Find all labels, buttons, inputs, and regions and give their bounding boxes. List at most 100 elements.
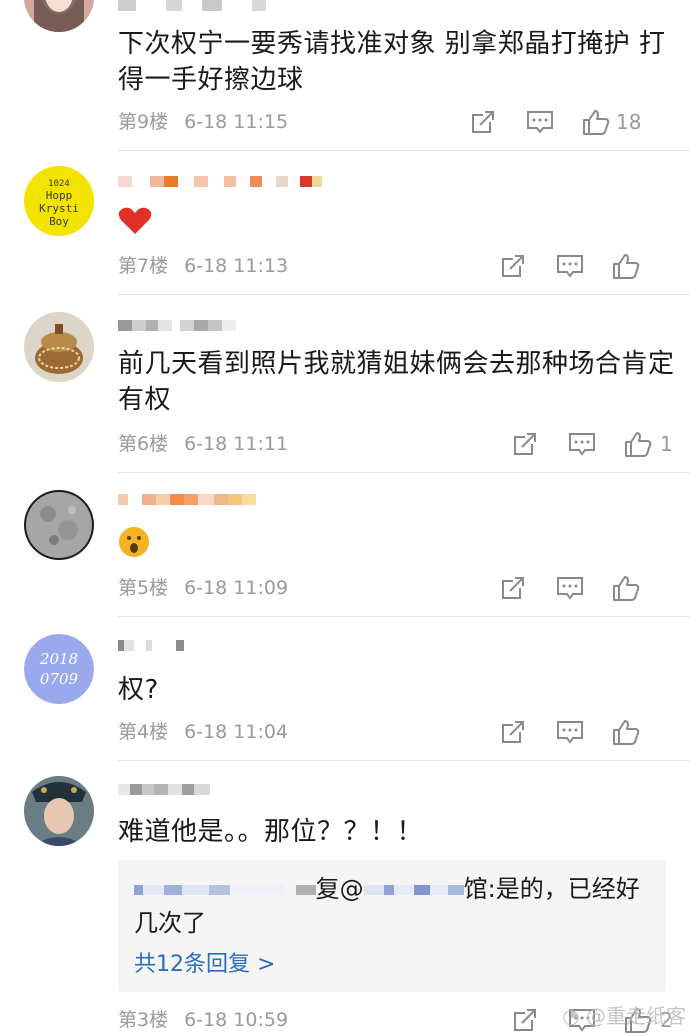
reply-line: 复@ 馆:是的，已经好几次了 xyxy=(134,872,654,940)
comment-actions xyxy=(500,572,690,604)
comment-button[interactable] xyxy=(556,253,584,279)
username-blurred[interactable] xyxy=(118,640,184,662)
share-icon xyxy=(502,721,524,743)
view-all-replies-link[interactable]: 共12条回复 > xyxy=(134,946,275,978)
comment-actions: 18 xyxy=(470,106,690,138)
jar-avatar-icon xyxy=(24,312,94,382)
reply-mention-blurred[interactable] xyxy=(295,885,316,895)
timestamp: 6-18 11:09 xyxy=(184,577,289,599)
moon-avatar-icon xyxy=(24,490,94,560)
avatar[interactable] xyxy=(24,0,94,32)
timestamp: 6-18 10:59 xyxy=(184,1009,289,1031)
comment-icon xyxy=(557,577,583,600)
floor-label: 第6楼 xyxy=(118,433,169,455)
like-button[interactable] xyxy=(612,252,640,280)
comment-actions: 1 xyxy=(512,428,690,460)
share-icon xyxy=(472,111,494,133)
comment-actions xyxy=(500,250,690,282)
avatar[interactable] xyxy=(24,776,94,846)
like-count: 18 xyxy=(616,110,642,134)
avatar[interactable]: 2018 0709 xyxy=(24,634,94,704)
username-blurred[interactable] xyxy=(118,320,236,342)
timestamp: 6-18 11:11 xyxy=(184,433,289,455)
share-button[interactable] xyxy=(512,431,538,457)
comment-button[interactable] xyxy=(568,431,596,457)
reply-target-blurred[interactable] xyxy=(363,885,464,895)
floor-label: 第7楼 xyxy=(118,255,169,277)
like-button[interactable] xyxy=(612,718,640,746)
comment-meta: 第9楼 6-18 11:15 xyxy=(118,108,288,136)
watermark-text: @重走纸客 xyxy=(586,1004,686,1028)
floor-label: 第4楼 xyxy=(118,721,169,743)
username-blurred[interactable] xyxy=(118,494,256,516)
reply-prefix: 复@ xyxy=(315,875,364,903)
like-count: 1 xyxy=(660,432,673,456)
comment-button[interactable] xyxy=(556,719,584,745)
watermark: ◔ @重走纸客 xyxy=(562,1000,686,1029)
avatar[interactable]: 1024 Hopp Krysti Boy xyxy=(24,166,94,236)
share-button[interactable] xyxy=(500,253,526,279)
floor-label: 第5楼 xyxy=(118,577,169,599)
comment-icon xyxy=(527,111,553,134)
like-button[interactable] xyxy=(612,574,640,602)
comment-meta: 第5楼 6-18 11:09 xyxy=(118,574,288,602)
comment-emoji xyxy=(118,526,678,568)
weibo-logo-icon: ◔ xyxy=(562,1004,580,1028)
divider xyxy=(118,150,690,151)
costume-avatar-icon xyxy=(24,776,94,846)
comment-actions xyxy=(500,716,690,748)
share-button[interactable] xyxy=(470,109,496,135)
svg-text:Hopp: Hopp xyxy=(46,189,73,202)
comment-emoji xyxy=(118,206,678,246)
svg-text:Krysti: Krysti xyxy=(39,202,79,215)
timestamp: 6-18 11:15 xyxy=(184,111,289,133)
share-icon xyxy=(514,1009,536,1031)
thumbs-up-icon xyxy=(613,254,640,279)
share-button[interactable] xyxy=(500,719,526,745)
comment-text: 难道他是。。那位？？！！ xyxy=(118,817,424,847)
comment-icon xyxy=(569,433,595,456)
reply-preview[interactable]: 复@ 馆:是的，已经好几次了 共12条回复 > xyxy=(118,860,666,992)
divider xyxy=(118,294,690,295)
girl-photo-avatar-icon xyxy=(24,0,94,32)
like-button[interactable]: 1 xyxy=(624,430,673,458)
divider xyxy=(118,760,690,761)
comment-text: 前几天看到照片我就猜姐妹俩会去那种场合肯定有权 xyxy=(118,349,675,415)
like-button[interactable]: 18 xyxy=(582,108,641,136)
username-blurred[interactable] xyxy=(118,0,266,22)
thumbs-up-icon xyxy=(613,576,640,601)
svg-text:Boy: Boy xyxy=(49,215,69,228)
comment-text: 下次权宁一要秀请找准对象 别拿郑晶打掩护 打得一手好擦边球 xyxy=(118,29,666,95)
blue-text-avatar-icon: 2018 0709 xyxy=(24,634,94,704)
comment-meta: 第4楼 6-18 11:04 xyxy=(118,718,288,746)
share-button[interactable] xyxy=(512,1007,538,1033)
share-icon xyxy=(514,433,536,455)
thumbs-up-icon xyxy=(625,432,652,457)
comment-icon xyxy=(557,255,583,278)
username-blurred[interactable] xyxy=(118,784,210,806)
comment-button[interactable] xyxy=(556,575,584,601)
svg-text:0709: 0709 xyxy=(40,670,79,688)
divider xyxy=(118,472,690,473)
divider xyxy=(118,616,690,617)
share-icon xyxy=(502,577,524,599)
svg-text:2018: 2018 xyxy=(39,650,78,668)
timestamp: 6-18 11:13 xyxy=(184,255,289,277)
thumbs-up-icon xyxy=(613,720,640,745)
comment-meta: 第3楼 6-18 10:59 xyxy=(118,1006,288,1034)
share-button[interactable] xyxy=(500,575,526,601)
yellow-text-avatar-icon: 1024 Hopp Krysti Boy xyxy=(24,166,94,236)
floor-label: 第3楼 xyxy=(118,1009,169,1031)
comment-button[interactable] xyxy=(526,109,554,135)
username-blurred[interactable] xyxy=(118,176,322,198)
comment-icon xyxy=(557,721,583,744)
avatar[interactable] xyxy=(24,312,94,382)
comment-meta: 第7楼 6-18 11:13 xyxy=(118,252,288,280)
avatar[interactable] xyxy=(24,490,94,560)
thumbs-up-icon xyxy=(583,110,610,135)
surprised-face-icon xyxy=(119,527,149,557)
comment-meta: 第6楼 6-18 11:11 xyxy=(118,430,288,458)
reply-author-blurred[interactable] xyxy=(134,885,284,895)
share-icon xyxy=(502,255,524,277)
red-heart-icon xyxy=(118,207,152,234)
